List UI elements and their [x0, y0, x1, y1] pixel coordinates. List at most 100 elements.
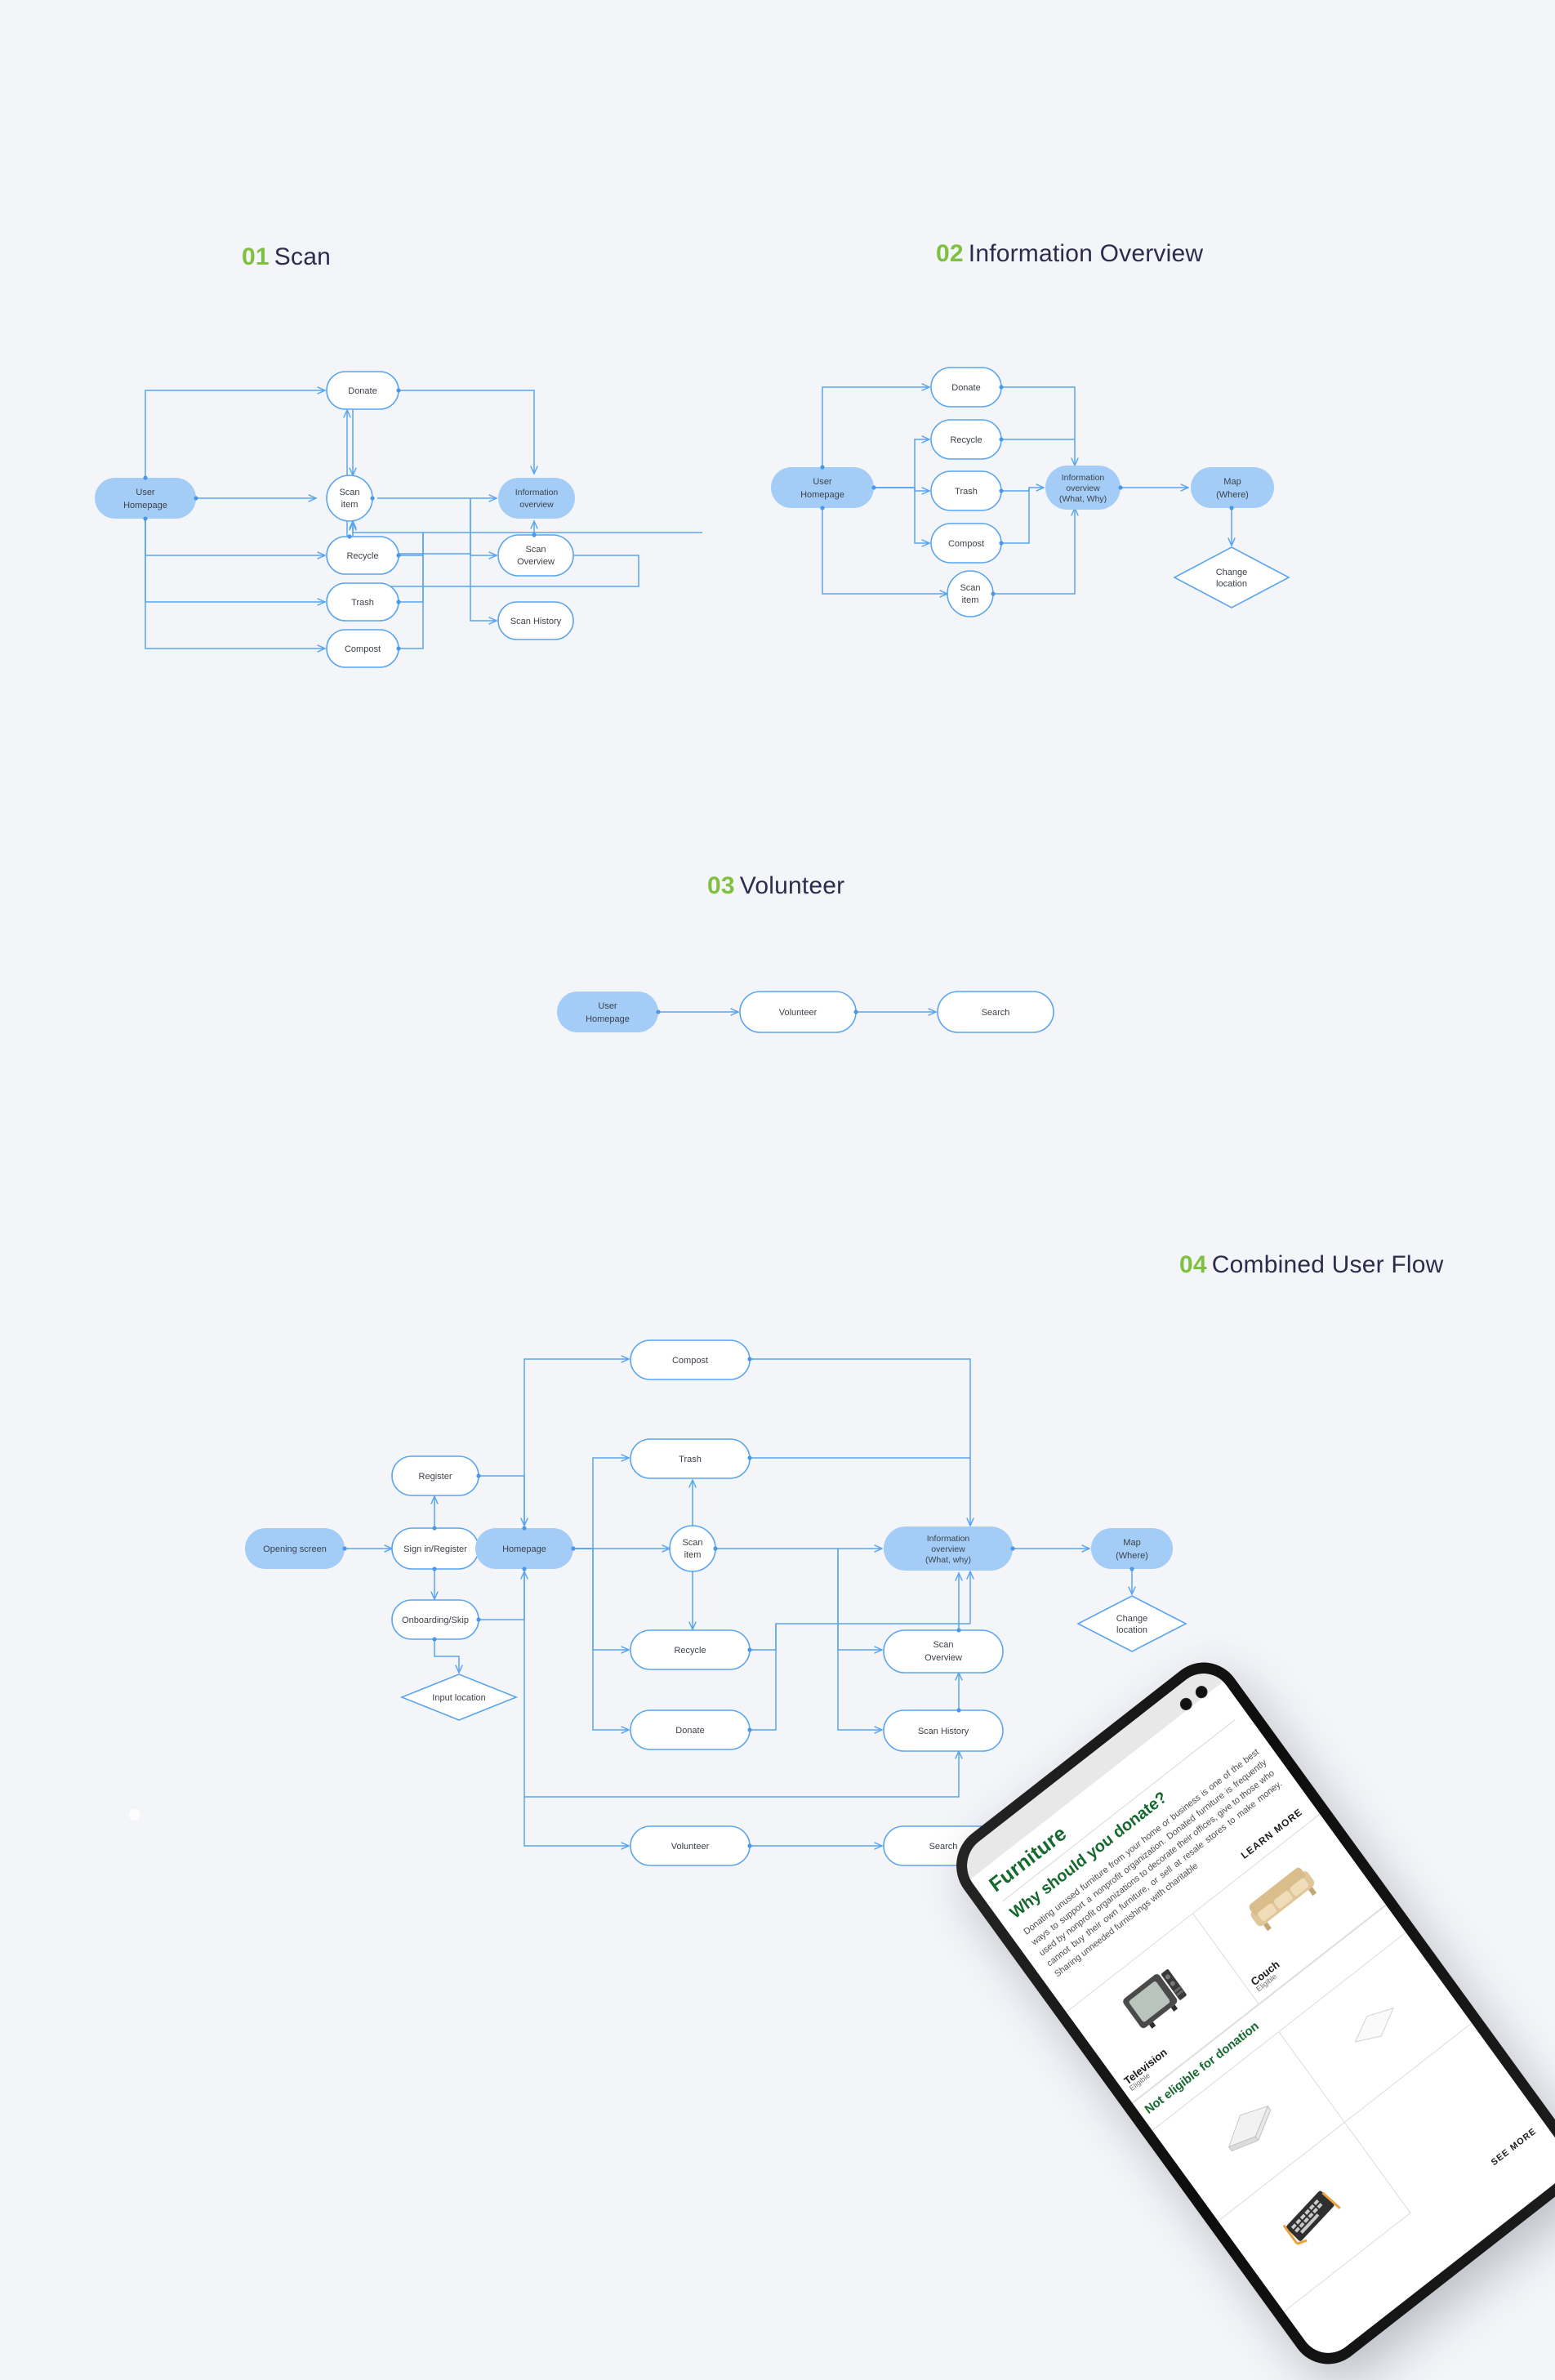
node-label: Information	[515, 488, 559, 497]
edge-homepage-volunteer	[524, 1797, 629, 1846]
edge-homepage-donate	[573, 1548, 629, 1730]
node-recycle[interactable]: Recycle	[930, 419, 1002, 460]
node-information-overview[interactable]: Information overview (What, Why)	[1045, 466, 1121, 510]
node-scan-history[interactable]: Scan History	[883, 1709, 1004, 1752]
node-compost[interactable]: Compost	[630, 1339, 751, 1380]
node-label: Scan History	[918, 1727, 969, 1736]
node-label: Volunteer	[779, 1008, 818, 1018]
edge-trash-trunk	[399, 533, 424, 603]
section-title-03: Volunteer	[739, 872, 845, 899]
flowchart-information-overview: User Homepage Donate Recycle Trash Compo…	[771, 367, 1290, 617]
node-register[interactable]: Register	[391, 1455, 479, 1496]
edge-trunk-scanoverview	[470, 498, 497, 555]
node-scan-history[interactable]: Scan History	[497, 601, 574, 640]
edge-homepage-trash	[573, 1458, 629, 1549]
edge-onboarding-inputlocation	[434, 1640, 459, 1673]
section-title-01: Scan	[274, 243, 331, 270]
node-trash[interactable]: Trash	[930, 470, 1002, 511]
node-scan-overview[interactable]: Scan Overview	[497, 534, 574, 577]
flowchart-scan: User Homepage Donate Scan item Informati…	[95, 371, 702, 668]
edge-homepage-donate	[822, 387, 929, 467]
node-user-homepage[interactable]: User Homepage	[771, 467, 874, 508]
edge-trunk-scanhistory	[837, 1549, 882, 1730]
node-label: Donate	[675, 1726, 704, 1736]
node-sign-in-register[interactable]: Sign in/Register	[391, 1527, 479, 1570]
node-user-homepage[interactable]: User Homepage	[95, 478, 196, 519]
node-volunteer[interactable]: Volunteer	[739, 991, 857, 1033]
node-input-location[interactable]: Input location	[399, 1674, 519, 1721]
edge-homepage-compost	[145, 519, 325, 648]
node-label: Scan	[960, 583, 980, 593]
node-homepage[interactable]: Homepage	[475, 1528, 573, 1569]
section-number-02: 02	[936, 240, 964, 267]
node-label: User	[598, 1001, 617, 1011]
edge-homepage-recycle	[145, 519, 325, 555]
node-scan-item[interactable]: Scan item	[669, 1525, 716, 1572]
node-donate[interactable]: Donate	[930, 367, 1002, 408]
edge-homepage-recycle	[874, 439, 929, 488]
node-search[interactable]: Search	[937, 991, 1054, 1033]
node-label: (Where)	[1116, 1551, 1148, 1561]
node-label: Input location	[432, 1693, 485, 1703]
node-information-overview[interactable]: Information overview	[498, 478, 575, 519]
edge-trunk-scanoverview	[837, 1549, 882, 1650]
edge-homepage-scanitem	[822, 508, 947, 594]
edge-bottom-return-scanhistory	[524, 1571, 959, 1798]
edge-homepage-compost	[874, 487, 929, 543]
node-label: Homepage	[123, 501, 167, 510]
node-scan-overview[interactable]: Scan Overview	[883, 1629, 1004, 1674]
node-opening-screen[interactable]: Opening screen	[245, 1528, 345, 1569]
node-map[interactable]: Map (Where)	[1091, 1528, 1173, 1569]
node-scan-item[interactable]: Scan item	[326, 475, 373, 522]
node-label: Map	[1223, 477, 1241, 487]
node-recycle[interactable]: Recycle	[326, 536, 399, 575]
node-trash[interactable]: Trash	[326, 582, 399, 622]
node-map[interactable]: Map (Where)	[1191, 467, 1274, 508]
edge-homepage-trash	[145, 519, 325, 602]
node-scan-item[interactable]: Scan item	[947, 570, 994, 617]
node-label: Homepage	[586, 1014, 630, 1024]
node-label: (What, why)	[925, 1555, 971, 1565]
node-donate[interactable]: Donate	[326, 371, 399, 410]
node-compost[interactable]: Compost	[930, 523, 1002, 564]
node-label: Opening screen	[263, 1544, 327, 1554]
phone-mockup: Furniture Why should you donate? Donatin…	[941, 1646, 1555, 2380]
node-label: Information	[927, 1534, 970, 1544]
edge-homepage-recycle	[573, 1548, 629, 1650]
phone-screen: Furniture Why should you donate? Donatin…	[956, 1661, 1555, 2365]
node-change-location[interactable]: Change location	[1173, 546, 1290, 608]
node-trash[interactable]: Trash	[630, 1438, 751, 1479]
node-label: Scan	[933, 1640, 953, 1650]
node-information-overview[interactable]: Information overview (What, why)	[884, 1526, 1013, 1571]
node-label: Onboarding/Skip	[402, 1616, 469, 1625]
section-heading-information-overview: 02 Information Overview	[936, 240, 1203, 268]
node-user-homepage[interactable]: User Homepage	[557, 992, 658, 1032]
node-label: overview	[519, 500, 554, 510]
node-onboarding-skip[interactable]: Onboarding/Skip	[391, 1599, 479, 1640]
edge-donate-infooverview	[399, 390, 534, 474]
node-donate[interactable]: Donate	[630, 1709, 751, 1750]
section-title-02: Information Overview	[968, 240, 1204, 267]
node-label: Register	[419, 1472, 452, 1482]
node-label: Change	[1216, 568, 1248, 577]
node-change-location[interactable]: Change location	[1076, 1595, 1187, 1652]
edge-register-homepage	[479, 1475, 524, 1526]
phone-device: Furniture Why should you donate? Donatin…	[941, 1646, 1555, 2380]
node-volunteer[interactable]: Volunteer	[630, 1825, 751, 1866]
node-label: Donate	[348, 386, 376, 396]
decorative-dot	[129, 1809, 140, 1821]
node-recycle[interactable]: Recycle	[630, 1629, 751, 1670]
section-number-04: 04	[1179, 1251, 1207, 1278]
node-label: Trash	[679, 1455, 702, 1464]
node-label: Search	[929, 1842, 958, 1852]
node-label: Overview	[517, 557, 555, 567]
node-label: Scan	[339, 488, 359, 497]
section-heading-scan: 01 Scan	[242, 243, 331, 271]
node-compost[interactable]: Compost	[326, 629, 399, 668]
node-label: Scan	[525, 545, 546, 555]
section-number-01: 01	[242, 243, 270, 270]
node-label: Recycle	[674, 1646, 706, 1656]
edge-onboarding-homepage	[479, 1571, 524, 1620]
node-label: User	[813, 477, 832, 487]
edge-scanitem-infooverview	[993, 508, 1075, 595]
